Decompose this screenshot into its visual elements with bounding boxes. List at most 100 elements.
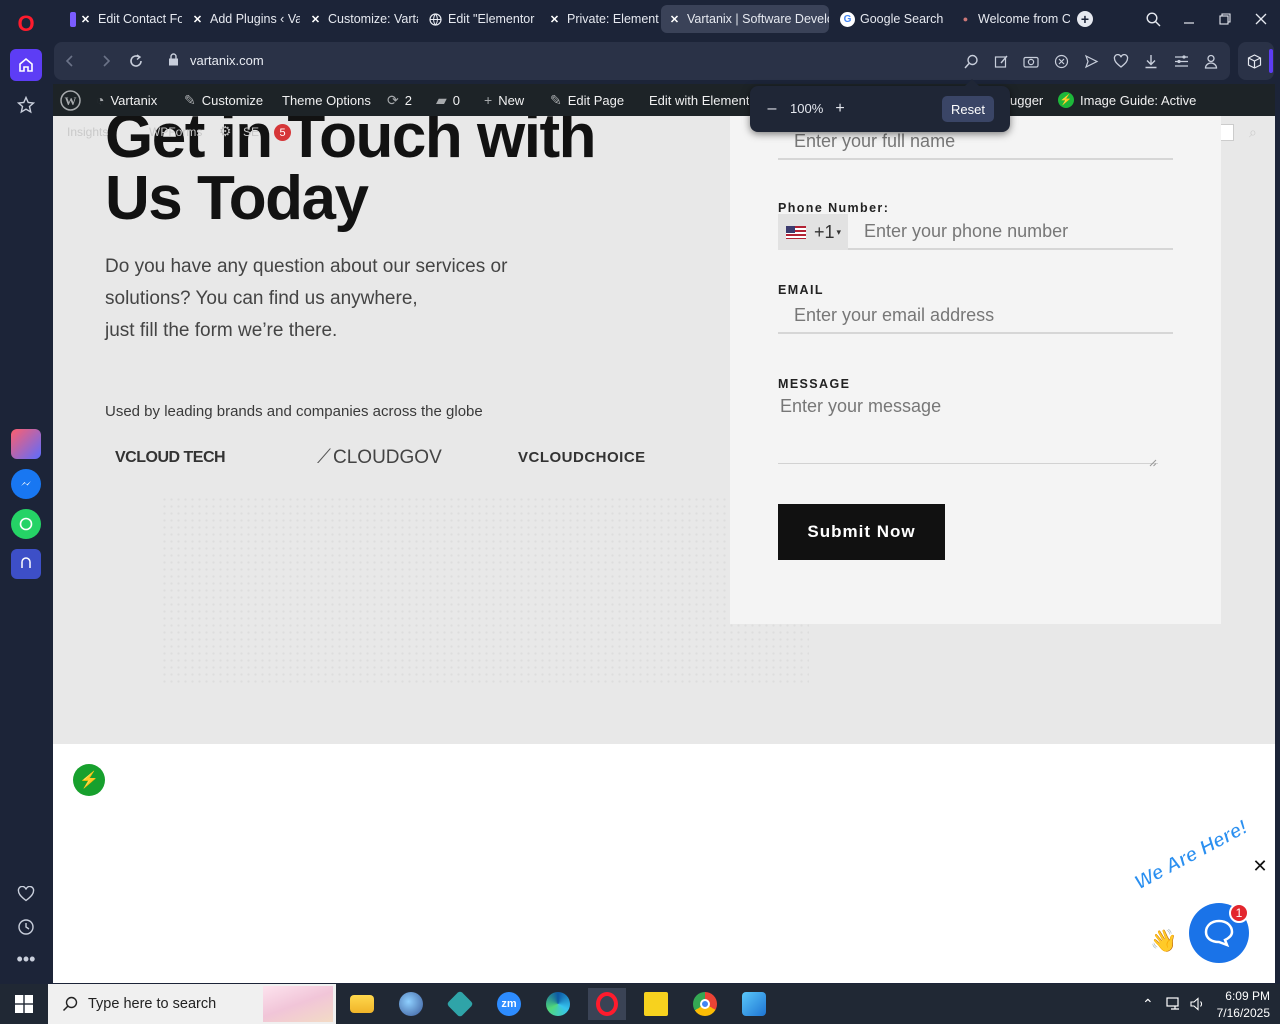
- heart-bookmark-icon[interactable]: [1112, 52, 1130, 70]
- download-icon[interactable]: [1142, 52, 1160, 70]
- opera-logo-icon[interactable]: O: [10, 8, 42, 40]
- heart-icon[interactable]: [10, 878, 42, 910]
- system-clock[interactable]: 6:09 PM 7/16/2025: [1214, 984, 1270, 1024]
- wp-edit-with-elementor[interactable]: Edit with Elemento: [649, 84, 749, 116]
- wp-new[interactable]: + New: [484, 84, 524, 116]
- easy-setup-menu-icon[interactable]: [1172, 52, 1190, 70]
- x-logo-icon: ✕: [310, 13, 321, 26]
- seo-count-badge: 5: [274, 124, 291, 141]
- forward-arrow-icon[interactable]: [96, 51, 116, 71]
- tab-bar: ✕ Edit Contact Forn ✕ Add Plugins ‹ Var …: [52, 0, 1280, 38]
- zoom-app-icon[interactable]: zm: [490, 988, 528, 1020]
- send-icon[interactable]: [1082, 52, 1100, 70]
- restore-icon[interactable]: [1212, 6, 1238, 32]
- tab-private-elementor[interactable]: ✕ Private: Elemento: [541, 5, 659, 33]
- wp-updates[interactable]: ⟳ 2: [387, 84, 412, 116]
- tab-vartanix-active[interactable]: ✕ Vartanix | Software Develo: [661, 5, 829, 33]
- tab-edit-elementor[interactable]: Edit "Elementor F: [422, 5, 538, 33]
- whatsapp-icon[interactable]: [11, 509, 41, 539]
- zoom-level: 100%: [790, 101, 824, 116]
- tray-chevron-up-icon[interactable]: ⌃: [1142, 984, 1154, 1024]
- photos-app-icon[interactable]: [735, 988, 773, 1020]
- plus-icon: +: [484, 92, 493, 108]
- tab-customize[interactable]: ✕ Customize: Varta: [302, 5, 418, 33]
- underlay-wpforms[interactable]: WPForms: [149, 125, 202, 139]
- new-tab-plus-icon[interactable]: +: [1077, 11, 1093, 27]
- email-input[interactable]: Enter your email address: [778, 298, 1173, 334]
- camera-icon[interactable]: [1022, 52, 1040, 70]
- wp-site-name[interactable]: ◔ Vartanix: [96, 84, 157, 116]
- x-logo-icon: ✕: [549, 13, 560, 26]
- chat-close-icon[interactable]: ✕: [1251, 856, 1269, 876]
- adblock-icon[interactable]: [1052, 52, 1070, 70]
- image-guide-lightning-icon[interactable]: ⚡: [73, 764, 105, 796]
- contact-form: Enter your full name Phone Number: Enter…: [730, 116, 1221, 624]
- wp-edit-page[interactable]: ✎ Edit Page: [550, 84, 624, 116]
- us-flag-icon: [786, 225, 806, 239]
- zoom-out-button[interactable]: –: [762, 99, 782, 119]
- chrome-browser-icon[interactable]: [686, 988, 724, 1020]
- seo-gear-icon[interactable]: ⚙: [219, 123, 232, 140]
- tab-welcome[interactable]: ● Welcome from C: [952, 5, 1070, 33]
- tab-search-icon[interactable]: [1140, 6, 1166, 32]
- edit-icon[interactable]: [992, 52, 1010, 70]
- vcloudchoice-logo: VCLOUDCHOICE: [518, 449, 646, 466]
- music-player-icon[interactable]: [11, 549, 41, 579]
- reload-icon[interactable]: [126, 51, 146, 71]
- taskbar-search[interactable]: Type here to search: [48, 984, 336, 1024]
- zoom-magnifier-icon[interactable]: [962, 52, 980, 70]
- edge-browser-icon[interactable]: [539, 988, 577, 1020]
- svg-text:W: W: [65, 94, 77, 108]
- wp-comments[interactable]: ▰ 0: [436, 84, 460, 116]
- more-dots-icon[interactable]: •••: [10, 943, 42, 975]
- country-code-select[interactable]: +1 ▾: [778, 214, 848, 250]
- x-logo-icon: ✕: [80, 13, 91, 26]
- wp-customize[interactable]: ✎ Customize: [184, 84, 263, 116]
- message-textarea[interactable]: Enter your message: [778, 396, 1158, 464]
- resize-handle-icon[interactable]: [1148, 454, 1157, 467]
- file-explorer-icon[interactable]: [343, 988, 381, 1020]
- email-label: EMAIL: [778, 283, 824, 297]
- wp-image-guide[interactable]: ⚡ Image Guide: Active: [1058, 84, 1196, 116]
- sticky-notes-icon[interactable]: [637, 988, 675, 1020]
- underlay-insights[interactable]: Insights: [67, 125, 108, 139]
- search-icon[interactable]: ⌕: [1249, 124, 1257, 141]
- search-highlight-image: [263, 986, 333, 1022]
- tab-google-search[interactable]: G Google Search: [834, 5, 944, 33]
- zoom-reset-button[interactable]: Reset: [942, 96, 994, 122]
- tab-add-plugins[interactable]: ✕ Add Plugins ‹ Var: [184, 5, 300, 33]
- close-window-icon[interactable]: [1248, 6, 1274, 32]
- page-content: Get in Touch with Us Today Insights WPFo…: [53, 116, 1275, 744]
- paint-app-icon[interactable]: [392, 988, 430, 1020]
- messenger-icon[interactable]: [11, 469, 41, 499]
- zoom-in-button[interactable]: +: [830, 99, 850, 119]
- volume-icon[interactable]: [1190, 984, 1206, 1024]
- extensions-cube-icon[interactable]: [1245, 52, 1263, 70]
- home-icon[interactable]: [10, 49, 42, 81]
- app-diamond-icon[interactable]: [441, 988, 479, 1020]
- network-icon[interactable]: [1166, 984, 1183, 1024]
- brands-caption: Used by leading brands and companies acr…: [105, 403, 483, 420]
- pencil-icon: ✎: [550, 91, 562, 108]
- accent-strip: [1269, 49, 1273, 73]
- profile-icon[interactable]: [1202, 52, 1220, 70]
- tab-edit-contact-form[interactable]: ✕ Edit Contact Forn: [64, 5, 182, 33]
- url-text[interactable]: vartanix.com: [190, 53, 264, 68]
- lock-icon[interactable]: [168, 53, 179, 66]
- back-arrow-icon[interactable]: [60, 51, 80, 71]
- chat-bubble-icon: [1204, 919, 1234, 948]
- lightning-icon: ⚡: [1058, 92, 1074, 108]
- wordpress-logo-icon[interactable]: W: [60, 84, 81, 116]
- windows-start-icon[interactable]: [0, 984, 48, 1024]
- history-clock-icon[interactable]: [10, 911, 42, 943]
- brush-icon: ✎: [184, 91, 196, 108]
- cloudgov-logo: ⟋ CLOUDGOV: [317, 446, 442, 468]
- underlay-seo[interactable]: SE: [243, 125, 259, 139]
- wp-theme-options[interactable]: Theme Options: [282, 84, 371, 116]
- submit-button[interactable]: Submit Now: [778, 504, 945, 560]
- minimize-icon[interactable]: [1176, 6, 1202, 32]
- aria-app-icon[interactable]: [11, 429, 41, 459]
- opera-taskbar-icon[interactable]: [588, 988, 626, 1020]
- wp-debugger[interactable]: ugger: [1010, 84, 1043, 116]
- star-icon[interactable]: [10, 89, 42, 121]
